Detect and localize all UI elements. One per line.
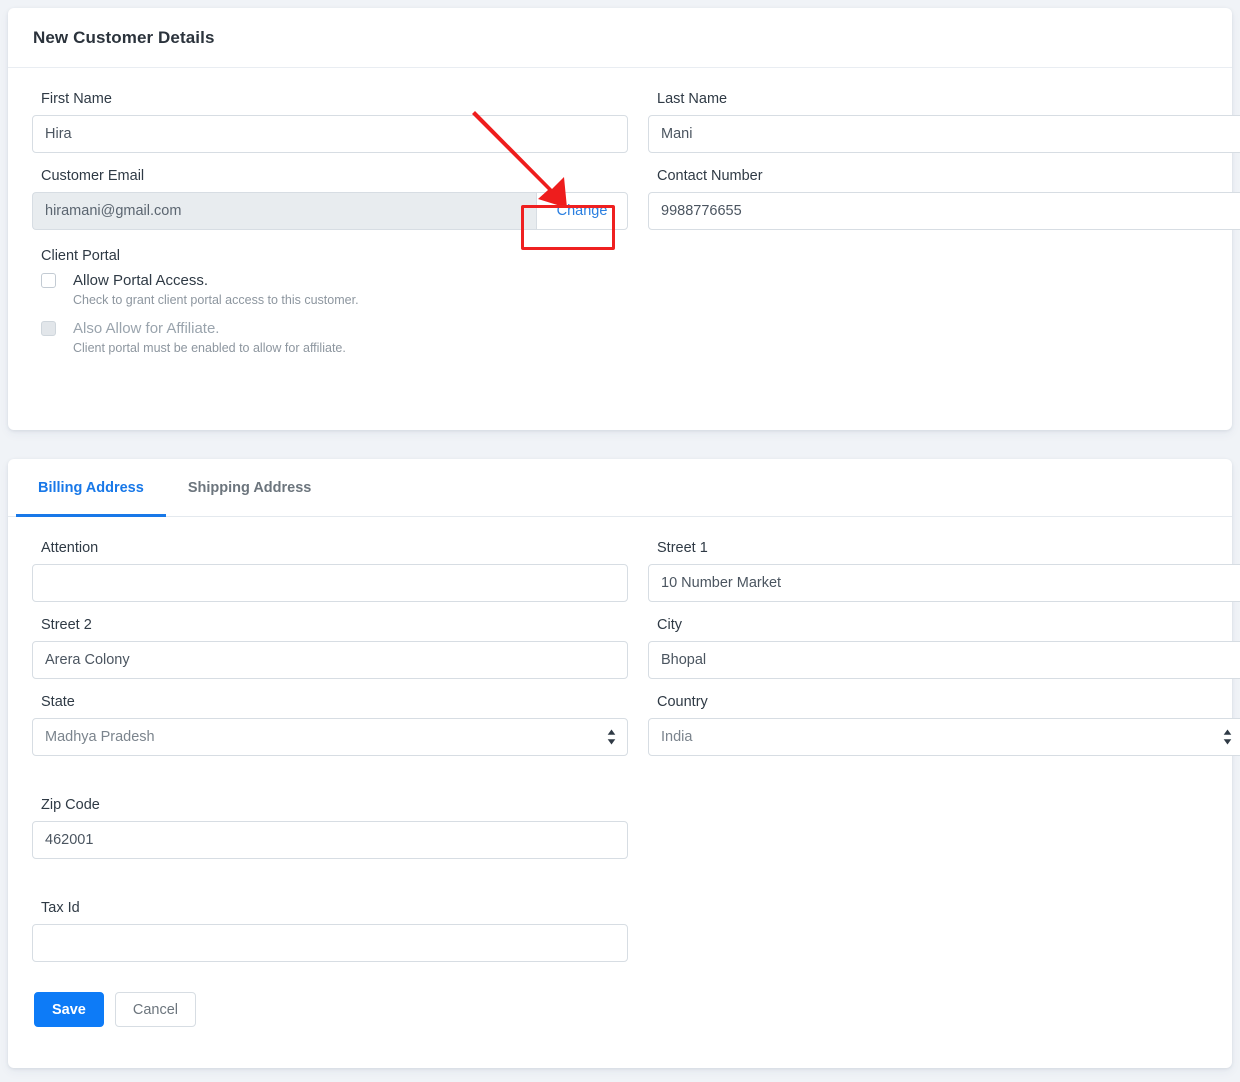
- city-field: City Bhopal: [648, 616, 1240, 679]
- first-name-label: First Name: [41, 91, 112, 107]
- country-label: Country: [657, 694, 708, 710]
- zip-code-input[interactable]: 462001: [32, 821, 628, 859]
- name-row: First Name Hira Last Name Mani: [32, 90, 1240, 167]
- street2-input[interactable]: Arera Colony: [32, 641, 628, 679]
- zip-col: Zip Code 462001: [32, 796, 628, 873]
- country-select-wrap: India: [648, 718, 1240, 756]
- last-name-field: Last Name Mani: [648, 90, 1240, 153]
- country-field: Country India: [648, 693, 1240, 756]
- street2-city-row: Street 2 Arera Colony City Bhopal: [32, 616, 1240, 693]
- last-name-input[interactable]: Mani: [648, 115, 1240, 153]
- contact-row: Customer Email hiramani@gmail.com Change…: [32, 167, 1240, 244]
- contact-number-label: Contact Number: [657, 168, 763, 184]
- state-country-row: State Madhya Pradesh Country India: [32, 693, 1240, 770]
- tax-spacer-col: [648, 899, 1240, 976]
- street1-label: Street 1: [657, 540, 708, 556]
- country-col: Country India: [648, 693, 1240, 770]
- zip-spacer-col: [648, 796, 1240, 873]
- city-input[interactable]: Bhopal: [648, 641, 1240, 679]
- customer-email-label: Customer Email: [41, 168, 145, 184]
- tax-id-field: Tax Id: [32, 899, 628, 962]
- allow-portal-access-row[interactable]: Allow Portal Access.: [41, 272, 1208, 289]
- cancel-button[interactable]: Cancel: [114, 992, 197, 1027]
- street2-col: Street 2 Arera Colony: [32, 616, 628, 693]
- first-name-col: First Name Hira: [32, 90, 628, 167]
- last-name-label: Last Name: [657, 91, 728, 107]
- page-root: New Customer Details First Name Hira Las…: [0, 0, 1240, 1082]
- allow-affiliate-label: Also Allow for Affiliate.: [73, 320, 220, 337]
- attention-label: Attention: [41, 540, 99, 556]
- card-header: New Customer Details: [8, 8, 1232, 68]
- state-field: State Madhya Pradesh: [32, 693, 628, 756]
- allow-affiliate-checkbox[interactable]: [41, 321, 56, 336]
- tax-id-label: Tax Id: [41, 900, 80, 916]
- state-col: State Madhya Pradesh: [32, 693, 628, 770]
- address-card: Billing Address Shipping Address Attenti…: [8, 459, 1240, 1068]
- state-select-wrap: Madhya Pradesh: [32, 718, 628, 756]
- customer-details-card: New Customer Details First Name Hira Las…: [8, 8, 1240, 430]
- last-name-col: Last Name Mani: [648, 90, 1240, 167]
- state-select[interactable]: Madhya Pradesh: [32, 718, 628, 756]
- customer-email-input: hiramani@gmail.com: [32, 192, 536, 230]
- client-portal-title: Client Portal: [41, 248, 120, 264]
- street1-col: Street 1 10 Number Market: [648, 539, 1240, 616]
- zip-code-field: Zip Code 462001: [32, 796, 628, 859]
- address-tabs: Billing Address Shipping Address: [8, 459, 1232, 517]
- city-label: City: [657, 617, 682, 633]
- allow-affiliate-help: Client portal must be enabled to allow f…: [73, 341, 346, 355]
- street1-input[interactable]: 10 Number Market: [648, 564, 1240, 602]
- contact-number-field: Contact Number 9988776655: [648, 167, 1240, 230]
- state-label: State: [41, 694, 75, 710]
- allow-affiliate-row[interactable]: Also Allow for Affiliate.: [41, 320, 1208, 337]
- tab-billing-address[interactable]: Billing Address: [16, 459, 166, 517]
- contact-number-col: Contact Number 9988776655: [648, 167, 1240, 244]
- city-col: City Bhopal: [648, 616, 1240, 693]
- customer-email-input-group: hiramani@gmail.com Change: [32, 192, 628, 230]
- street1-field: Street 1 10 Number Market: [648, 539, 1240, 602]
- tab-shipping-address[interactable]: Shipping Address: [166, 459, 334, 516]
- allow-portal-access-label: Allow Portal Access.: [73, 272, 209, 289]
- attention-street1-row: Attention Street 1 10 Number Market: [32, 539, 1240, 616]
- country-select[interactable]: India: [648, 718, 1240, 756]
- contact-number-input[interactable]: 9988776655: [648, 192, 1240, 230]
- attention-input[interactable]: [32, 564, 628, 602]
- change-email-button[interactable]: Change: [536, 192, 628, 230]
- tax-col: Tax Id: [32, 899, 628, 976]
- first-name-input[interactable]: Hira: [32, 115, 628, 153]
- email-col: Customer Email hiramani@gmail.com Change: [32, 167, 628, 244]
- first-name-field: First Name Hira: [32, 90, 628, 153]
- form-actions: Save Cancel: [34, 992, 1208, 1045]
- street2-label: Street 2: [41, 617, 92, 633]
- page-title: New Customer Details: [33, 27, 215, 47]
- zip-code-label: Zip Code: [41, 797, 100, 813]
- tax-row: Tax Id: [32, 899, 1208, 976]
- customer-details-body: First Name Hira Last Name Mani Customer …: [8, 68, 1240, 355]
- allow-portal-access-help: Check to grant client portal access to t…: [73, 293, 359, 307]
- attention-col: Attention: [32, 539, 628, 616]
- street2-field: Street 2 Arera Colony: [32, 616, 628, 679]
- allow-portal-access-checkbox[interactable]: [41, 273, 56, 288]
- save-button[interactable]: Save: [34, 992, 104, 1027]
- zip-row: Zip Code 462001: [32, 796, 1208, 873]
- attention-field: Attention: [32, 539, 628, 602]
- tax-id-input[interactable]: [32, 924, 628, 962]
- customer-email-field: Customer Email hiramani@gmail.com Change: [32, 167, 628, 230]
- client-portal-section: Client Portal Allow Portal Access. Check…: [32, 248, 1208, 355]
- address-body: Attention Street 1 10 Number Market Stre…: [8, 517, 1240, 1045]
